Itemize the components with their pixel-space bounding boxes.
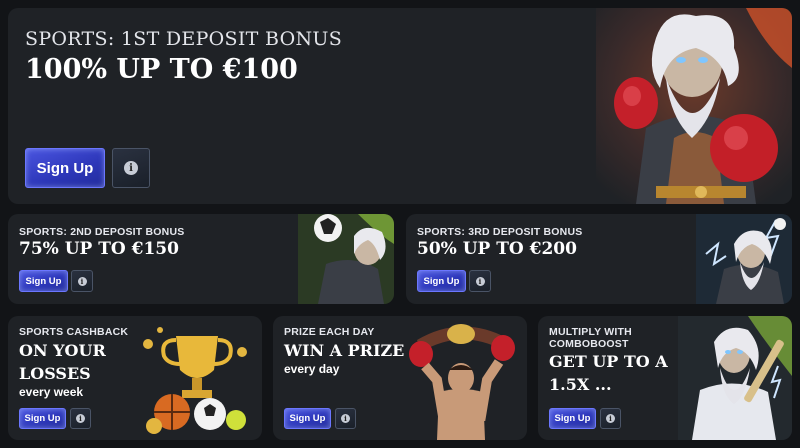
cashback-title-line2: LOSSES (19, 364, 91, 383)
combo-title-line1: GET UP TO A (549, 352, 668, 371)
prize-extra: every day (284, 362, 340, 376)
football-warrior-icon (298, 214, 394, 304)
combo-signup-button[interactable]: Sign Up (549, 408, 596, 429)
hero-subtitle: SPORTS: 1ST DEPOSIT BONUS (25, 28, 343, 50)
combo-title-line2: 1.5X ... (549, 375, 612, 394)
boxer-champion-icon (409, 324, 515, 440)
info-icon: i (475, 276, 485, 286)
hero-promo-card[interactable]: SPORTS: 1ST DEPOSIT BONUS 100% UP TO €10… (8, 8, 792, 204)
hero-info-button[interactable]: i (112, 148, 150, 188)
third-deposit-card[interactable]: SPORTS: 3RD DEPOSIT BONUS 50% UP TO €200… (406, 214, 792, 304)
cashback-info-button[interactable]: i (70, 408, 91, 429)
info-icon: i (606, 414, 615, 423)
hero-title: 100% UP TO €100 (25, 54, 298, 85)
comboboost-card[interactable]: MULTIPLY WITH COMBOBOOST GET UP TO A 1.5… (538, 316, 792, 440)
prize-subtitle: PRIZE EACH DAY (284, 326, 375, 338)
combo-info-button[interactable]: i (600, 408, 621, 429)
cashback-title-line1: ON YOUR (19, 341, 106, 360)
prize-title: WIN A PRIZE (284, 341, 405, 360)
combo-subtitle-line1: MULTIPLY WITH (549, 326, 632, 338)
promo2-title: 75% UP TO €150 (19, 239, 179, 259)
prize-card[interactable]: PRIZE EACH DAY WIN A PRIZE every day Sig… (273, 316, 527, 440)
cashback-card[interactable]: SPORTS CASHBACK ON YOUR LOSSES every wee… (8, 316, 262, 440)
boxing-warrior-icon (596, 8, 792, 204)
promo3-subtitle: SPORTS: 3RD DEPOSIT BONUS (417, 226, 583, 238)
cashback-signup-button[interactable]: Sign Up (19, 408, 66, 429)
cashback-subtitle: SPORTS CASHBACK (19, 326, 129, 338)
hero-signup-button[interactable]: Sign Up (25, 148, 105, 188)
promo3-title: 50% UP TO €200 (417, 239, 577, 259)
info-icon: i (124, 161, 138, 175)
promo3-signup-button[interactable]: Sign Up (417, 270, 466, 292)
cricket-warrior-icon (678, 316, 792, 440)
second-deposit-card[interactable]: SPORTS: 2ND DEPOSIT BONUS 75% UP TO €150… (8, 214, 394, 304)
prize-signup-button[interactable]: Sign Up (284, 408, 331, 429)
promo2-subtitle: SPORTS: 2ND DEPOSIT BONUS (19, 226, 185, 238)
prize-info-button[interactable]: i (335, 408, 356, 429)
trophy-balls-icon (143, 327, 247, 434)
promo3-info-button[interactable]: i (469, 270, 491, 292)
cashback-extra: every week (19, 385, 84, 399)
info-icon: i (341, 414, 350, 423)
info-icon: i (76, 414, 85, 423)
lightning-warrior-icon (696, 214, 792, 304)
promo2-info-button[interactable]: i (71, 270, 93, 292)
info-icon: i (77, 276, 87, 286)
promo2-signup-button[interactable]: Sign Up (19, 270, 68, 292)
combo-subtitle-line2: COMBOBOOST (549, 338, 629, 350)
